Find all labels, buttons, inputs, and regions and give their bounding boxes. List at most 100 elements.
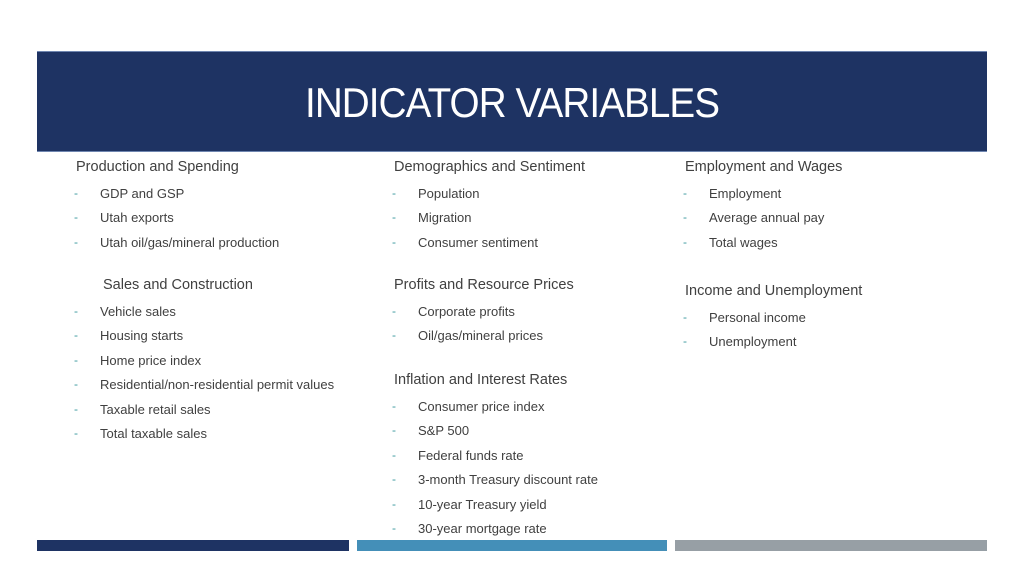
list-item: - Vehicle sales [74,304,349,319]
bullet-list: - Vehicle sales - Housing starts - Home price… [74,304,376,442]
list-item: - Consumer price index [392,399,647,414]
list-item-text: Population [418,185,480,201]
bullet-dash-icon: - [392,328,396,342]
list-item: - Population [392,186,647,201]
bullet-dash-icon: - [392,303,396,318]
bullet-dash-icon: - [392,398,396,413]
list-item-text: Corporate profits [418,303,515,319]
list-item: - 30-year mortgage rate [392,521,647,536]
section-heading: Production and Spending [76,159,239,175]
list-item-text: Residential/non-residential permit value… [100,377,335,392]
bullet-dash-icon: - [74,234,78,249]
list-item-text: 3-month Treasury discount rate [418,472,598,487]
list-item: - Average annual pay [683,210,938,225]
title-banner: INDICATOR VARIABLES [37,51,987,152]
list-item-text: Utah exports [100,210,174,225]
list-item-text: Consumer sentiment [418,234,538,250]
bullet-list: - Consumer price index - S&P 500 - Federal fu… [392,399,674,537]
list-item: - Residential/non-residential permit valu… [74,377,349,392]
bullet-dash-icon: - [74,210,78,224]
footer-bars [37,540,987,552]
bullet-dash-icon: - [683,234,687,249]
list-item: - Corporate profits [392,304,647,319]
section-income-unemployment: Income and Unemployment - Personal income -… [683,282,965,350]
list-item-text: Vehicle sales [100,303,176,319]
section-heading: Sales and Construction [103,277,253,293]
section-production-spending: Production and Spending - GDP and GSP - Utah… [74,158,376,250]
list-item-text: Migration [418,210,472,225]
section-profits-resource-prices: Profits and Resource Prices - Corporate pr… [392,276,674,344]
list-item-text: Taxable retail sales [100,401,211,417]
bullet-dash-icon: - [74,401,78,416]
bullet-dash-icon: - [683,210,687,224]
section-heading: Profits and Resource Prices [394,277,574,293]
bullet-dash-icon: - [392,423,396,437]
bullet-dash-icon: - [392,472,396,486]
list-item: - Total wages [683,235,938,250]
bullet-dash-icon: - [392,447,396,462]
bullet-dash-icon: - [392,521,396,535]
list-item: - Oil/gas/mineral prices [392,328,647,343]
list-item-text: GDP and GSP [100,185,185,201]
list-item: - Migration [392,210,647,225]
bullet-dash-icon: - [74,377,78,391]
list-item-text: Consumer price index [418,398,545,414]
list-item: - Federal funds rate [392,448,647,463]
list-item: - Unemployment [683,334,938,349]
bullet-dash-icon: - [74,185,78,200]
slide-title: INDICATOR VARIABLES [304,78,720,126]
bullet-dash-icon: - [392,234,396,249]
section-heading: Demographics and Sentiment [394,159,586,175]
bullet-list: - Personal income - Unemployment [683,310,965,350]
list-item: - Home price index [74,353,349,368]
bullet-list: - Corporate profits - Oil/gas/mineral price… [392,304,674,344]
list-item: - S&P 500 [392,423,647,438]
bullet-dash-icon: - [683,309,687,324]
list-item: - Employment [683,186,938,201]
list-item-text: Oil/gas/mineral prices [418,328,543,343]
list-item-text: 10-year Treasury yield [418,496,547,512]
bullet-dash-icon: - [392,210,396,224]
bullet-dash-icon: - [74,426,78,440]
section-heading: Employment and Wages [685,159,843,175]
list-item: - Utah exports [74,210,349,225]
list-item-text: Personal income [709,309,806,325]
bullet-dash-icon: - [392,496,396,511]
list-item: - Consumer sentiment [392,235,647,250]
list-item-text: S&P 500 [418,423,470,438]
bullet-list: - GDP and GSP - Utah exports - Utah oil/gas/m… [74,186,376,250]
section-heading: Inflation and Interest Rates [394,372,568,388]
list-item: - Housing starts [74,328,349,343]
list-item: - 10-year Treasury yield [392,497,647,512]
section-employment-wages: Employment and Wages - Employment - Average … [683,158,965,250]
bullet-dash-icon: - [683,185,687,200]
list-item-text: Home price index [100,352,202,368]
list-item-text: Total wages [709,234,778,250]
section-sales-construction: Sales and Construction - Vehicle sales - Hou… [74,276,376,442]
list-item: - Total taxable sales [74,426,349,441]
list-item-text: Utah oil/gas/mineral production [100,234,280,250]
list-item: - Personal income [683,310,938,325]
footer-bar-light-blue [357,540,667,551]
bullet-dash-icon: - [683,334,687,348]
section-inflation-interest-rates: Inflation and Interest Rates - Consumer pr… [392,371,674,537]
list-item: - GDP and GSP [74,186,349,201]
section-demographics-sentiment: Demographics and Sentiment - Population - Mi… [392,158,674,250]
bullet-list: - Employment - Average annual pay - Total wag… [683,186,965,250]
section-heading: Income and Unemployment [685,283,863,299]
list-item-text: Federal funds rate [418,447,524,463]
list-item-text: Unemployment [709,334,797,349]
list-item-text: 30-year mortgage rate [418,521,547,536]
bullet-dash-icon: - [74,328,78,342]
bullet-dash-icon: - [392,185,396,200]
footer-bar-dark-blue [37,540,349,551]
list-item: - 3-month Treasury discount rate [392,472,647,487]
footer-bar-gray [675,540,987,551]
bullet-dash-icon: - [74,303,78,318]
list-item-text: Total taxable sales [100,426,207,441]
list-item-text: Average annual pay [709,210,825,225]
list-item-text: Housing starts [100,328,184,343]
list-item-text: Employment [709,185,782,201]
list-item: - Utah oil/gas/mineral production [74,235,349,250]
list-item: - Taxable retail sales [74,402,349,417]
